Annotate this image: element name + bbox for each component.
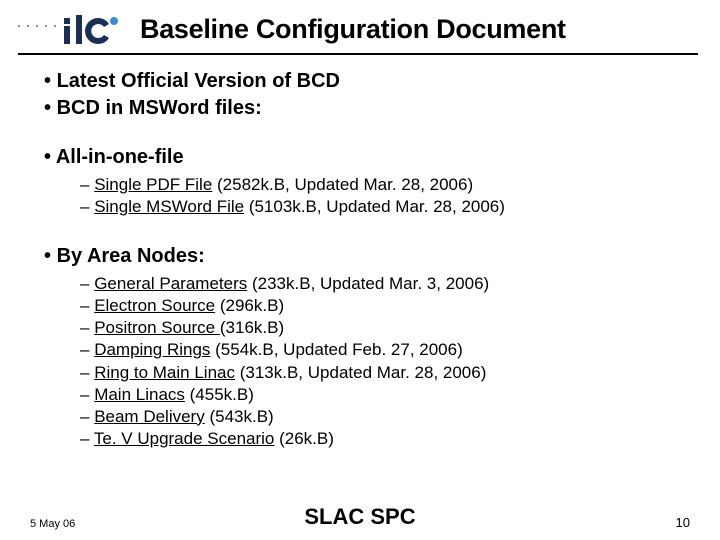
list-item: Beam Delivery (543k.B) <box>80 406 676 428</box>
section-allinone: All-in-one-file <box>44 145 676 170</box>
list-item: Single MSWord File (5103k.B, Updated Mar… <box>80 196 676 218</box>
bullet-areanodes: By Area Nodes: <box>44 244 676 269</box>
meta-text: (2582k.B, Updated Mar. 28, 2006) <box>212 175 473 194</box>
meta-text: (233k.B, Updated Mar. 3, 2006) <box>247 274 489 293</box>
link-beam-delivery[interactable]: Beam Delivery <box>94 407 205 426</box>
link-general-parameters[interactable]: General Parameters <box>94 274 247 293</box>
meta-text: (455k.B) <box>185 385 254 404</box>
link-ring-to-main-linac[interactable]: Ring to Main Linac <box>94 363 235 382</box>
link-main-linacs[interactable]: Main Linacs <box>94 385 185 404</box>
ilc-logo-icon <box>62 15 122 49</box>
meta-text: (26k.B) <box>274 429 334 448</box>
slide: Baseline Configuration Document Latest O… <box>0 0 720 540</box>
link-single-pdf[interactable]: Single PDF File <box>94 175 212 194</box>
logo <box>18 15 122 49</box>
link-single-msword[interactable]: Single MSWord File <box>94 197 244 216</box>
link-electron-source[interactable]: Electron Source <box>94 296 215 315</box>
slide-footer: 5 May 06 SLAC SPC 10 <box>0 515 720 530</box>
bullet-allinone: All-in-one-file <box>44 145 676 170</box>
meta-text: (543k.B) <box>205 407 274 426</box>
allinone-list: Single PDF File (2582k.B, Updated Mar. 2… <box>44 172 676 222</box>
footer-page-number: 10 <box>676 515 690 530</box>
meta-text: (296k.B) <box>215 296 284 315</box>
meta-text: (313k.B, Updated Mar. 28, 2006) <box>235 363 486 382</box>
list-item: Damping Rings (554k.B, Updated Feb. 27, … <box>80 339 676 361</box>
list-item: Te. V Upgrade Scenario (26k.B) <box>80 428 676 450</box>
bullet-msword-files: BCD in MSWord files: <box>44 96 676 121</box>
slide-content: Latest Official Version of BCD BCD in MS… <box>0 55 720 454</box>
link-tev-upgrade[interactable]: Te. V Upgrade Scenario <box>94 429 275 448</box>
list-item: Single PDF File (2582k.B, Updated Mar. 2… <box>80 174 676 196</box>
list-item: Main Linacs (455k.B) <box>80 384 676 406</box>
footer-center: SLAC SPC <box>304 504 415 530</box>
list-item: Electron Source (296k.B) <box>80 295 676 317</box>
slide-title: Baseline Configuration Document <box>140 14 566 49</box>
list-item: General Parameters (233k.B, Updated Mar.… <box>80 273 676 295</box>
bullet-latest-version: Latest Official Version of BCD <box>44 69 676 94</box>
meta-text: (5103k.B, Updated Mar. 28, 2006) <box>244 197 505 216</box>
footer-date: 5 May 06 <box>30 518 75 530</box>
list-item: Positron Source (316k.B) <box>80 317 676 339</box>
link-damping-rings[interactable]: Damping Rings <box>94 340 210 359</box>
list-item: Ring to Main Linac (313k.B, Updated Mar.… <box>80 362 676 384</box>
top-bullets: Latest Official Version of BCD BCD in MS… <box>44 69 676 121</box>
areanodes-list: General Parameters (233k.B, Updated Mar.… <box>44 271 676 454</box>
meta-text: (554k.B, Updated Feb. 27, 2006) <box>210 340 462 359</box>
section-area-nodes: By Area Nodes: <box>44 244 676 269</box>
logo-dots-icon <box>18 25 56 39</box>
meta-text: (316k.B) <box>220 318 284 337</box>
slide-header: Baseline Configuration Document <box>0 0 720 49</box>
link-positron-source[interactable]: Positron Source <box>94 318 220 337</box>
